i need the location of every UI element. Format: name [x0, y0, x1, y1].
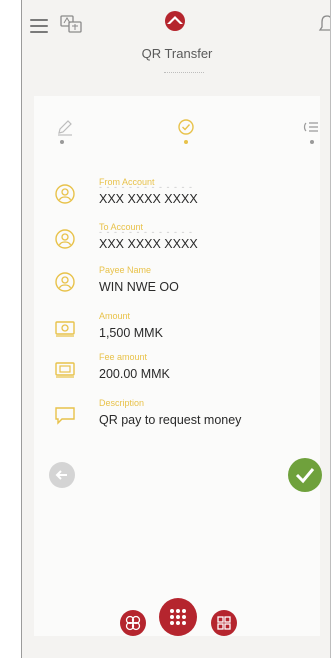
- fee-amount-row: Fee amount 200.00 MMK: [54, 352, 314, 392]
- amount-row: Amount 1,500 MMK: [54, 311, 314, 351]
- qr-scan-icon: [125, 615, 141, 631]
- to-account-row: To Account - - - - - - - - - - - - - XXX…: [54, 222, 314, 262]
- checkmark-icon: [295, 468, 315, 484]
- notification-bell-icon[interactable]: [318, 13, 331, 35]
- amount-value: 1,500 MMK: [99, 326, 163, 340]
- description-value: QR pay to request money: [99, 413, 242, 427]
- apps-grid-icon: [170, 609, 186, 625]
- page-title: QR Transfer: [141, 46, 213, 61]
- receipt-icon[interactable]: [302, 118, 320, 136]
- arrow-left-icon: [55, 470, 67, 480]
- comment-icon: [55, 407, 75, 425]
- step-indicator: [60, 140, 64, 144]
- payee-name-value: WIN NWE OO: [99, 280, 179, 294]
- description-row: Description QR pay to request money: [54, 398, 314, 438]
- header: QR Transfer: [22, 0, 331, 96]
- back-button[interactable]: [49, 462, 75, 488]
- step-indicator-active: [184, 140, 188, 144]
- confirm-button[interactable]: [288, 458, 322, 492]
- qr-scan-button[interactable]: [120, 610, 146, 636]
- fee-amount-label: Fee amount: [99, 352, 148, 362]
- from-account-row: From Account - - - - - - - - - - - - - X…: [54, 177, 314, 217]
- payee-name-row: Payee Name WIN NWE OO: [54, 265, 314, 305]
- description-label: Description: [99, 398, 145, 408]
- app-frame: QR Transfer From Account - - - - - - - -…: [21, 0, 331, 658]
- edit-pencil-icon[interactable]: [56, 118, 74, 136]
- to-account-masked: - - - - - - - - - - - - -: [99, 227, 193, 237]
- payee-name-label: Payee Name: [99, 265, 152, 275]
- bottom-navigation: [22, 598, 330, 658]
- qr-code-icon: [217, 616, 231, 630]
- title-divider: [164, 72, 204, 73]
- verify-check-icon[interactable]: [177, 118, 195, 136]
- to-account-value: XXX XXXX XXXX: [99, 237, 198, 251]
- from-account-value: XXX XXXX XXXX: [99, 192, 198, 206]
- user-circle-icon: [55, 229, 75, 249]
- qr-code-button[interactable]: [211, 610, 237, 636]
- menu-icon[interactable]: [30, 19, 48, 33]
- amount-label: Amount: [99, 311, 131, 321]
- user-circle-icon: [55, 272, 75, 292]
- fee-amount-value: 200.00 MMK: [99, 367, 170, 381]
- money-icon: [55, 362, 75, 378]
- language-icon[interactable]: [60, 14, 82, 34]
- money-icon: [55, 321, 75, 337]
- step-indicator: [310, 140, 314, 144]
- from-account-masked: - - - - - - - - - - - - -: [99, 182, 193, 192]
- user-circle-icon: [55, 184, 75, 204]
- logo: [165, 11, 185, 31]
- apps-grid-button[interactable]: [159, 598, 197, 636]
